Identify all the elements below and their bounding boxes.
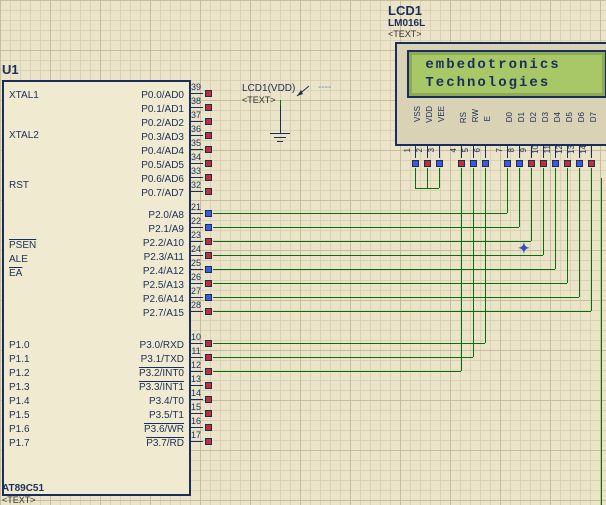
pin-p24: P2.4/A12 xyxy=(143,266,184,277)
u1-ref[interactable]: U1 xyxy=(2,62,19,77)
lcd-pin-e: E xyxy=(483,116,492,121)
power-label: ---- xyxy=(318,82,331,93)
pin-p21: P2.1/A9 xyxy=(148,224,184,235)
pin-p31: P3.1/TXD xyxy=(141,354,184,365)
lcd-pin-d6: D6 xyxy=(577,112,586,122)
pin-p30: P3.0/RXD xyxy=(140,340,184,351)
pin-p33: P3.3/INT1 xyxy=(139,382,184,393)
pin-p20: P2.0/A8 xyxy=(148,210,184,221)
pin-xtal1: XTAL1 xyxy=(9,90,39,101)
pin-p17: P1.7 xyxy=(9,438,30,449)
probe-text: <TEXT> xyxy=(242,95,276,105)
lcd-screen: embedotronics Technologies xyxy=(407,50,606,98)
pin-p13: P1.3 xyxy=(9,382,30,393)
u1-chip[interactable]: XTAL1 XTAL2 RST PSEN ALE EA P1.0 P1.1 P1… xyxy=(2,80,191,496)
lcd-text: <TEXT> xyxy=(388,29,422,39)
lcd-pin-d4: D4 xyxy=(553,112,562,122)
lcd-pin-vss: VSS xyxy=(413,106,422,122)
pin-p10: P1.0 xyxy=(9,340,30,351)
lcd-pin-d2: D2 xyxy=(529,112,538,122)
pin-rst: RST xyxy=(9,180,29,191)
pin-p04: P0.4/AD4 xyxy=(141,146,184,157)
pin-p12: P1.2 xyxy=(9,368,30,379)
pin-ale: ALE xyxy=(9,254,28,265)
lcd-pin-vee: VEE xyxy=(437,106,446,122)
pin-p26: P2.6/A14 xyxy=(143,294,184,305)
pin-p22: P2.2/A10 xyxy=(143,238,184,249)
lcd-pin-d5: D5 xyxy=(565,112,574,122)
pin-xtal2: XTAL2 xyxy=(9,130,39,141)
pin-ea: EA xyxy=(9,268,22,279)
pin-p14: P1.4 xyxy=(9,396,30,407)
pin-p32: P3.2/INT0 xyxy=(139,368,184,379)
lcd-pin-rs: RS xyxy=(459,112,468,123)
lcd-pin-d3: D3 xyxy=(541,112,550,122)
pin-p35: P3.5/T1 xyxy=(149,410,184,421)
pin-p36: P3.6/WR xyxy=(144,424,184,435)
pin-p03: P0.3/AD3 xyxy=(141,132,184,143)
pin-p07: P0.7/AD7 xyxy=(141,188,184,199)
u1-part: AT89C51 xyxy=(2,483,44,494)
pin-p00: P0.0/AD0 xyxy=(141,90,184,101)
pin-psen: PSEN xyxy=(9,240,36,251)
lcd-pin-d7: D7 xyxy=(589,112,598,122)
pin-p16: P1.6 xyxy=(9,424,30,435)
pin-p27: P2.7/A15 xyxy=(143,308,184,319)
pin-p11: P1.1 xyxy=(9,354,30,365)
cursor-crosshair: ✦ xyxy=(518,240,530,257)
pin-p05: P0.5/AD5 xyxy=(141,160,184,171)
lcd-body[interactable]: embedotronics Technologies VSS VDD VEE R… xyxy=(395,42,606,146)
probe-label: LCD1(VDD) xyxy=(242,83,295,94)
pin-p02: P0.2/AD2 xyxy=(141,118,184,129)
lcd-pin-d0: D0 xyxy=(505,112,514,122)
lcd-part: LM016L xyxy=(388,18,425,29)
lcd-pin-d1: D1 xyxy=(517,112,526,122)
pin-p06: P0.6/AD6 xyxy=(141,174,184,185)
pin-p23: P2.3/A11 xyxy=(144,252,184,263)
lcd-ref[interactable]: LCD1 xyxy=(388,3,422,18)
pin-p37: P3.7/RD xyxy=(146,438,184,449)
u1-text: <TEXT> xyxy=(2,495,36,505)
lcd-pin-rw: RW xyxy=(471,109,480,122)
probe-arrow-icon xyxy=(295,82,315,100)
pin-p15: P1.5 xyxy=(9,410,30,421)
pin-p34: P3.4/T0 xyxy=(149,396,184,407)
pin-p25: P2.5/A13 xyxy=(143,280,184,291)
pin-p01: P0.1/AD1 xyxy=(141,104,184,115)
lcd-pin-vdd: VDD xyxy=(425,106,434,123)
